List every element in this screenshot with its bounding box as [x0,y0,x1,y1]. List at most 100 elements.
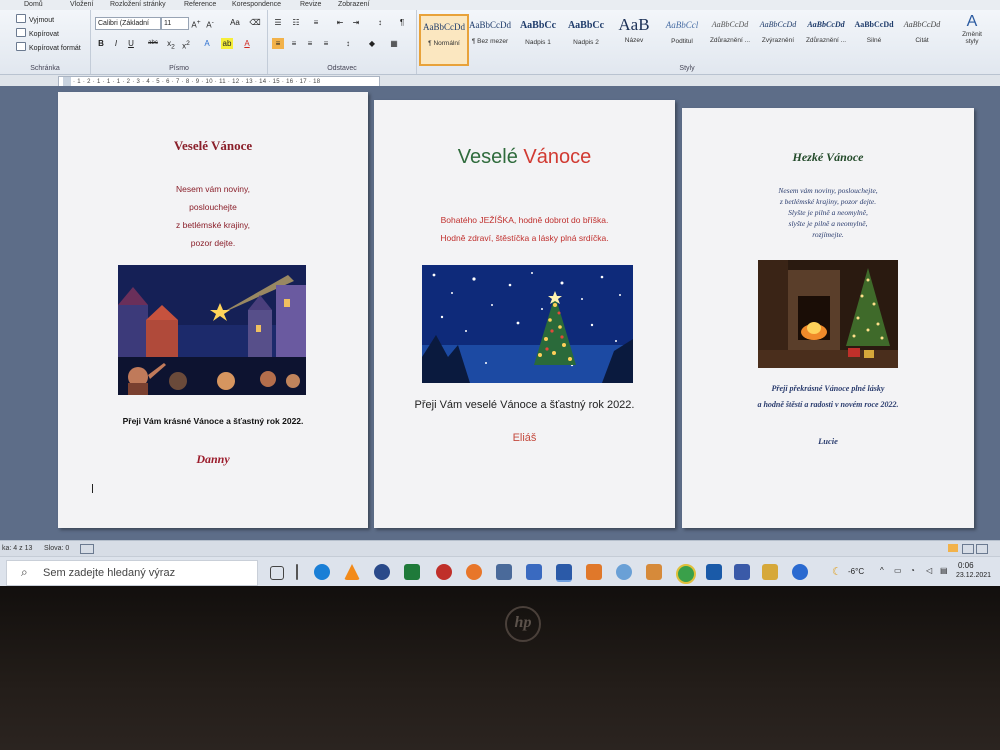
align-center-icon[interactable]: ≡ [288,38,300,49]
format-painter-button[interactable]: Kopírovat formát [16,42,81,52]
volume-icon[interactable]: ◁ [926,566,932,575]
web-layout-icon[interactable] [976,544,988,554]
format-painter-label: Kopírovat formát [29,45,81,52]
proofing-icon[interactable] [80,544,94,554]
word-count[interactable]: Slova: 0 [44,545,69,552]
powerpoint-icon[interactable] [586,564,602,580]
font-size-combo[interactable]: 11 [161,17,189,30]
text-effects-icon[interactable]: A [201,38,213,49]
superscript-icon[interactable]: x2 [180,38,192,51]
page-3-verse-line: Nesem vám noviny, poslouchejte, [778,186,878,195]
tab-review[interactable]: Revize [300,1,321,8]
tab-references[interactable]: Reference [184,1,216,8]
borders-icon[interactable]: ▦ [388,38,400,49]
font-color-icon[interactable]: A [241,38,253,49]
ribbon: Vyjmout Kopírovat Kopírovat formát Schrá… [0,10,1000,75]
style-heading-1[interactable]: AaBbCc Nadpis 1 [515,14,561,62]
change-case-icon[interactable]: Aa [227,17,243,28]
taskbar-search[interactable]: ⌕ Sem zadejte hledaný výraz [6,560,258,586]
temperature[interactable]: -6°C [848,567,864,576]
page-2[interactable]: Veselé Vánoce Bohatého JEŽÍŠKA, hodně do… [374,100,675,528]
pilcrow-icon[interactable]: ¶ [396,17,408,28]
teams-icon[interactable] [734,564,750,580]
clock-date[interactable]: 23.12.2021 [956,572,991,579]
drive-icon[interactable] [496,564,512,580]
wifi-icon[interactable]: ◔ [910,566,915,575]
decrease-indent-icon[interactable]: ⇤ [334,17,346,28]
align-left-icon[interactable]: ≡ [272,38,284,49]
shrink-font-icon[interactable]: A- [204,17,216,30]
style-emphasis[interactable]: AaBbCcDd Zvýraznění [755,14,801,62]
style-name: Citát [915,37,929,44]
calculator-icon[interactable] [526,564,542,580]
style-subtle-emphasis[interactable]: AaBbCcDd Zdůraznění ... [707,14,753,62]
bold-icon[interactable]: B [95,38,107,49]
page-1[interactable]: Veselé Vánoce Nesem vám noviny, poslouch… [58,92,368,528]
line-spacing-icon[interactable]: ↕ [342,38,354,49]
style-heading-2[interactable]: AaBbCc Nadpis 2 [563,14,609,62]
tab-home[interactable]: Domů [24,1,43,8]
print-layout-icon[interactable] [948,544,958,552]
puzzle-app-icon[interactable] [436,564,452,580]
page-1-verse-line: Nesem vám noviny, [175,184,250,194]
shading-icon[interactable]: ◆ [366,38,378,49]
change-styles-button[interactable]: A Změnit styly [957,10,987,74]
vlc-icon[interactable] [344,564,360,580]
battery-icon[interactable]: ▭ [894,566,902,575]
increase-indent-icon[interactable]: ⇥ [350,17,362,28]
subscript-icon[interactable]: x2 [165,38,177,51]
language-icon[interactable]: ▤ [940,566,948,575]
clear-format-icon[interactable]: ⌫ [249,17,261,28]
font-name-combo[interactable]: Calibri (Základní [95,17,161,30]
tab-insert[interactable]: Vložení [70,1,93,8]
mail-icon[interactable] [706,564,722,580]
numbering-icon[interactable]: ☷ [290,17,302,28]
style-intense-emphasis[interactable]: AaBbCcDd Zdůraznění ... [803,14,849,62]
bullets-icon[interactable]: ☰ [272,17,284,28]
italic-icon[interactable]: I [110,38,122,49]
align-right-icon[interactable]: ≡ [304,38,316,49]
style-title[interactable]: AaB Název [611,14,657,62]
multilevel-list-icon[interactable]: ≡ [310,17,322,28]
full-screen-icon[interactable] [962,544,974,554]
sort-icon[interactable]: ↕ [374,17,386,28]
tab-view[interactable]: Zobrazení [338,1,370,8]
clock-time[interactable]: 0:06 [958,561,974,570]
justify-icon[interactable]: ≡ [320,38,332,49]
underline-icon[interactable]: U [125,38,137,49]
copy-button[interactable]: Kopírovat [16,28,59,38]
tab-mailings[interactable]: Korespondence [232,1,281,8]
headphones-icon[interactable] [374,564,390,580]
style-strong[interactable]: AaBbCcDd Silné [851,14,897,62]
style-quote[interactable]: AaBbCcDd Citát [899,14,945,62]
style-preview: AaBbCc [567,20,605,31]
style-no-spacing[interactable]: AaBbCcDd ¶ Bez mezer [467,14,513,62]
style-normal[interactable]: AaBbCcDd ¶ Normální [419,14,469,66]
fireplace-tree-picture[interactable] [758,260,898,368]
page-count[interactable]: ka: 4 z 13 [2,545,32,552]
firefox-icon[interactable] [466,564,482,580]
task-view-icon[interactable] [270,566,284,580]
file-explorer-icon[interactable] [762,564,778,580]
chrome-icon[interactable] [676,564,696,584]
style-subtitle[interactable]: AaBbCcl Podtitul [659,14,705,62]
style-name: ¶ Bez mezer [471,38,509,45]
weather-icon[interactable]: ☾ [832,565,842,578]
cut-button[interactable]: Vyjmout [16,14,54,24]
strikethrough-icon[interactable]: abc [147,38,159,49]
highlight-icon[interactable]: ab [221,38,233,49]
nativity-night-picture[interactable] [118,265,306,395]
page-3[interactable]: Hezké Vánoce Nesem vám noviny, poslouche… [682,108,974,528]
tab-layout[interactable]: Rozložení stránky [110,1,166,8]
photos-icon[interactable] [646,564,662,580]
help-icon[interactable] [792,564,808,580]
paint-icon[interactable] [616,564,632,580]
paragraph-group: ☰ ☷ ≡ ⇤ ⇥ ↕ ¶ ≡ ≡ ≡ ≡ ↕ ◆ ▦ Odstavec [268,10,417,74]
word-icon[interactable] [556,564,572,582]
style-name: Název [624,37,644,44]
edge-icon[interactable] [314,564,330,580]
christmas-tree-snow-picture[interactable] [422,265,633,383]
grow-font-icon[interactable]: A+ [190,17,202,30]
excel-icon[interactable] [404,564,420,580]
tray-chevron-icon[interactable]: ^ [880,566,884,575]
